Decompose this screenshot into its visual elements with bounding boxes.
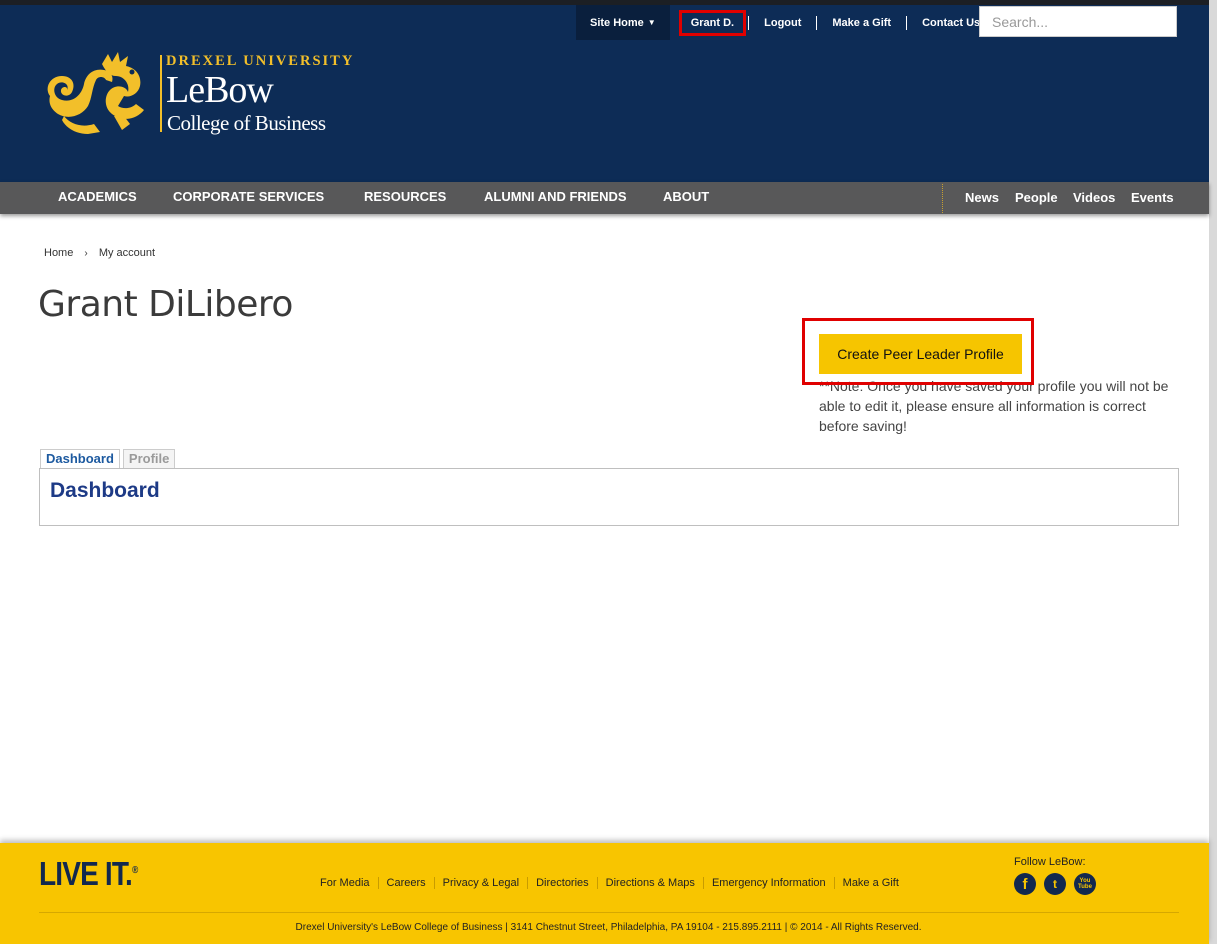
- youtube-icon[interactable]: You Tube: [1074, 873, 1096, 895]
- twitter-icon[interactable]: t: [1044, 873, 1066, 895]
- facebook-icon[interactable]: f: [1014, 873, 1036, 895]
- nav-events[interactable]: Events: [1131, 182, 1174, 214]
- logo-lebow: LeBow: [166, 69, 274, 111]
- nav-news[interactable]: News: [965, 182, 999, 214]
- footer-link-emergency-information[interactable]: Emergency Information: [702, 877, 834, 889]
- search-input[interactable]: [979, 6, 1177, 37]
- footer-link-make-a-gift[interactable]: Make a Gift: [833, 877, 907, 889]
- tab-dashboard[interactable]: Dashboard: [40, 449, 120, 468]
- user-account-link[interactable]: Grant D.: [678, 9, 747, 36]
- main-nav: ACADEMICS CORPORATE SERVICES RESOURCES A…: [0, 182, 1209, 214]
- dashboard-panel: Dashboard: [39, 468, 1179, 526]
- logo-college: College of Business: [167, 111, 326, 135]
- tab-profile[interactable]: Profile: [122, 449, 176, 468]
- footer-link-careers[interactable]: Careers: [377, 877, 434, 889]
- footer-links: For Media Careers Privacy & Legal Direct…: [320, 877, 907, 889]
- social-links: f t You Tube: [1014, 873, 1096, 895]
- nav-people[interactable]: People: [1015, 182, 1058, 214]
- breadcrumb: Home › My account: [44, 247, 155, 259]
- copyright-text: Drexel University's LeBow College of Bus…: [295, 922, 922, 933]
- nav-alumni-and-friends[interactable]: ALUMNI AND FRIENDS: [484, 182, 627, 214]
- site-footer: LIVE IT.® For Media Careers Privacy & Le…: [0, 843, 1209, 944]
- footer-link-privacy-legal[interactable]: Privacy & Legal: [433, 877, 527, 889]
- live-it-text: LIVE IT.: [39, 855, 133, 892]
- breadcrumb-home[interactable]: Home: [44, 247, 73, 259]
- nav-about[interactable]: ABOUT: [663, 182, 709, 214]
- nav-resources[interactable]: RESOURCES: [364, 182, 446, 214]
- make-a-gift-link[interactable]: Make a Gift: [816, 15, 906, 30]
- highlight-box: [802, 318, 1034, 385]
- utility-nav: Site Home ▼ Grant D. Logout Make a Gift …: [576, 5, 995, 40]
- site-home-label: Site Home: [590, 16, 644, 29]
- scrollbar[interactable]: [1209, 0, 1217, 944]
- dragon-icon: [47, 52, 144, 134]
- nav-divider: [942, 184, 944, 213]
- panel-heading: Dashboard: [50, 479, 160, 502]
- lebow-logo[interactable]: DREXEL UNIVERSITY LeBow College of Busin…: [44, 50, 374, 140]
- footer-link-for-media[interactable]: For Media: [320, 877, 378, 889]
- nav-academics[interactable]: ACADEMICS: [58, 182, 137, 214]
- peer-profile-note: **Note: Once you have saved your profile…: [819, 378, 1169, 434]
- breadcrumb-my-account: My account: [98, 247, 156, 259]
- page-title: Grant DiLibero: [38, 284, 293, 325]
- footer-divider: [39, 912, 1179, 913]
- chevron-down-icon: ▼: [647, 18, 656, 27]
- chevron-right-icon: ›: [84, 248, 88, 259]
- logout-link[interactable]: Logout: [748, 15, 816, 30]
- logo-divider: [160, 55, 162, 132]
- footer-link-directions-maps[interactable]: Directions & Maps: [596, 877, 703, 889]
- registered-mark: ®: [131, 865, 138, 876]
- follow-label: Follow LeBow:: [1014, 856, 1086, 868]
- site-home-dropdown[interactable]: Site Home ▼: [576, 5, 670, 40]
- nav-corporate-services[interactable]: CORPORATE SERVICES: [173, 182, 324, 214]
- account-tabs: Dashboard Profile: [40, 449, 178, 468]
- nav-videos[interactable]: Videos: [1073, 182, 1115, 214]
- footer-link-directories[interactable]: Directories: [527, 877, 597, 889]
- live-it-logo[interactable]: LIVE IT.®: [39, 855, 138, 893]
